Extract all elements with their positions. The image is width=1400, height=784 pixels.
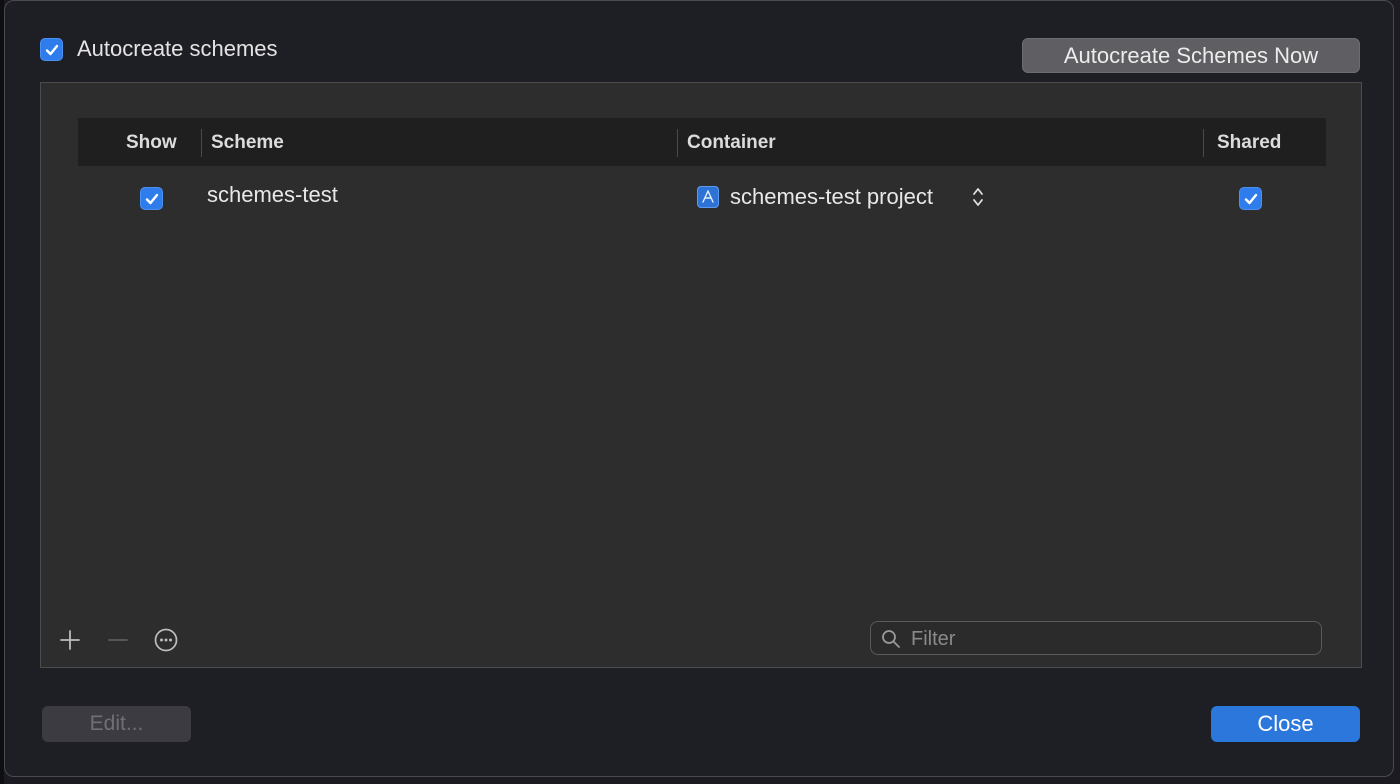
minus-icon[interactable]	[104, 626, 132, 654]
edit-button[interactable]: Edit...	[42, 706, 191, 742]
search-icon	[882, 630, 900, 648]
show-scheme-checkbox[interactable]	[140, 187, 163, 210]
column-separator[interactable]	[201, 129, 202, 157]
container-popup[interactable]: schemes-test project	[730, 184, 933, 210]
ellipsis-circle-icon[interactable]	[152, 626, 180, 654]
autocreate-schemes-now-button[interactable]: Autocreate Schemes Now	[1022, 38, 1360, 73]
checkmark-icon	[45, 44, 59, 56]
column-header-shared[interactable]: Shared	[1217, 118, 1281, 166]
plus-icon[interactable]	[56, 626, 84, 654]
schemes-table-panel: Show Scheme Container Shared schemes-tes…	[40, 82, 1362, 668]
filter-input[interactable]	[909, 626, 1313, 652]
column-header-show[interactable]: Show	[126, 118, 177, 166]
checkmark-icon	[145, 193, 159, 205]
column-header-container[interactable]: Container	[687, 118, 776, 166]
column-separator[interactable]	[1203, 129, 1204, 157]
filter-field[interactable]	[870, 621, 1322, 655]
column-separator[interactable]	[677, 129, 678, 157]
shared-scheme-checkbox[interactable]	[1239, 187, 1262, 210]
close-button[interactable]: Close	[1211, 706, 1360, 742]
autocreate-schemes-checkbox[interactable]	[40, 38, 63, 61]
scheme-name[interactable]: schemes-test	[207, 182, 338, 208]
checkmark-icon	[1244, 193, 1258, 205]
popup-arrows-icon[interactable]	[971, 184, 985, 210]
table-header: Show Scheme Container Shared	[78, 118, 1326, 166]
column-header-scheme[interactable]: Scheme	[211, 118, 284, 166]
xcode-project-icon	[697, 186, 719, 208]
autocreate-schemes-label: Autocreate schemes	[77, 36, 278, 61]
